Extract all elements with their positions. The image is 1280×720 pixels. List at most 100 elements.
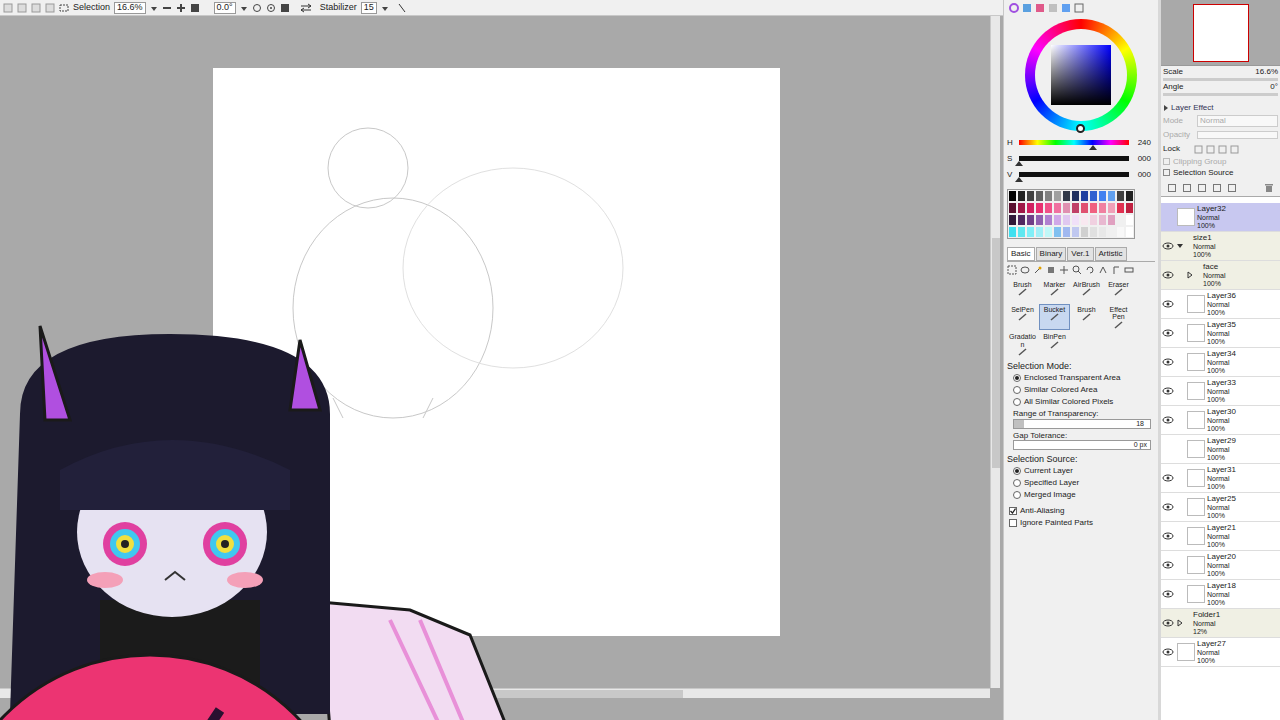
color-swatch[interactable] — [1053, 190, 1062, 202]
angle-field[interactable]: 0.0° — [214, 2, 236, 14]
color-swatch[interactable] — [1053, 226, 1062, 238]
tool-button[interactable]: Effect Pen — [1103, 304, 1134, 330]
layer-folder-row[interactable]: faceNormal100% — [1161, 261, 1280, 290]
color-swatch[interactable] — [1062, 214, 1071, 226]
radio-option[interactable]: Current Layer — [1007, 465, 1155, 477]
color-swatch[interactable] — [1035, 226, 1044, 238]
tool-button[interactable]: Brush — [1071, 304, 1102, 330]
toolbar-square-icon[interactable] — [3, 3, 13, 13]
tool-button[interactable]: BinPen — [1039, 331, 1070, 357]
new-folder-icon[interactable] — [1182, 183, 1192, 193]
visibility-toggle[interactable] — [1161, 472, 1175, 484]
color-swatch[interactable] — [1125, 226, 1134, 238]
hue-marker[interactable] — [1076, 124, 1085, 133]
color-swatch[interactable] — [1089, 190, 1098, 202]
color-swatch[interactable] — [1080, 214, 1089, 226]
radio-option[interactable]: All Similar Colored Pixels — [1007, 396, 1155, 408]
slider-thumb[interactable] — [1015, 161, 1023, 166]
zoom-field[interactable]: 16.6% — [114, 2, 146, 14]
lasso-icon[interactable] — [1020, 265, 1030, 275]
color-swatch[interactable] — [1125, 214, 1134, 226]
layer-row[interactable]: Layer32Normal100% — [1161, 203, 1280, 232]
mixer-icon[interactable] — [1048, 3, 1058, 13]
radio-button[interactable] — [1013, 467, 1021, 475]
color-swatch[interactable] — [1116, 202, 1125, 214]
navigator[interactable] — [1161, 0, 1280, 66]
rotate-icon[interactable] — [1085, 265, 1095, 275]
layer-effect-header[interactable]: Layer Effect — [1161, 102, 1280, 114]
visibility-toggle[interactable] — [1161, 530, 1175, 542]
color-swatch[interactable] — [1008, 226, 1017, 238]
visibility-toggle[interactable] — [1161, 356, 1175, 368]
tool-button[interactable]: Brush — [1007, 279, 1038, 303]
color-swatch[interactable] — [1035, 202, 1044, 214]
color-swatch[interactable] — [1116, 190, 1125, 202]
color-swatch[interactable] — [1026, 214, 1035, 226]
folder-toggle[interactable] — [1175, 619, 1185, 627]
slider-track[interactable] — [1019, 140, 1129, 145]
color-swatch[interactable] — [1035, 190, 1044, 202]
radio-button[interactable] — [1013, 398, 1021, 406]
zoom-out-icon[interactable] — [162, 3, 172, 13]
hand-icon[interactable] — [1098, 265, 1108, 275]
flip-icon[interactable] — [300, 3, 312, 13]
slider-track[interactable] — [1019, 156, 1129, 161]
color-swatch[interactable] — [1107, 214, 1116, 226]
color-swatch[interactable] — [1062, 202, 1071, 214]
color-swatch[interactable] — [1035, 214, 1044, 226]
folder-toggle[interactable] — [1175, 242, 1185, 250]
color-swatch[interactable] — [1017, 214, 1026, 226]
color-swatch[interactable] — [1107, 202, 1116, 214]
layer-row[interactable]: Layer18Normal100% — [1161, 580, 1280, 609]
checkbox[interactable] — [1163, 169, 1170, 176]
color-swatch[interactable] — [1044, 226, 1053, 238]
tool-button[interactable]: SelPen — [1007, 304, 1038, 330]
color-swatch[interactable] — [1026, 226, 1035, 238]
merge-icon[interactable] — [1212, 183, 1222, 193]
color-swatch[interactable] — [1008, 202, 1017, 214]
layer-folder-row[interactable]: size1Normal100% — [1161, 232, 1280, 261]
color-swatch[interactable] — [1026, 202, 1035, 214]
layer-row[interactable]: Layer36Normal100% — [1161, 290, 1280, 319]
radio-option[interactable]: Merged Image — [1007, 489, 1155, 501]
color-swatch[interactable] — [1107, 226, 1116, 238]
color-swatch[interactable] — [1116, 226, 1125, 238]
zoom-reset-icon[interactable] — [190, 3, 200, 13]
visibility-toggle[interactable] — [1161, 240, 1175, 252]
radio-button[interactable] — [1013, 479, 1021, 487]
copy-layer-icon[interactable] — [1197, 183, 1207, 193]
color-swatch[interactable] — [1026, 190, 1035, 202]
radio-button[interactable] — [1013, 374, 1021, 382]
tool-button[interactable]: Bucket — [1039, 304, 1070, 330]
color-swatch[interactable] — [1008, 214, 1017, 226]
radio-button[interactable] — [1013, 491, 1021, 499]
color-swatch[interactable] — [1044, 214, 1053, 226]
scroll-thumb[interactable] — [992, 238, 1000, 468]
lock-option-icon[interactable] — [1206, 145, 1215, 154]
rotate-right-icon[interactable] — [266, 3, 276, 13]
color-swatch[interactable] — [1017, 226, 1026, 238]
color-swatch[interactable] — [1116, 214, 1125, 226]
slider-thumb[interactable] — [1089, 145, 1097, 150]
slider-thumb[interactable] — [1015, 177, 1023, 182]
rotate-reset-icon[interactable] — [280, 3, 290, 13]
selection-tool-icon[interactable] — [1007, 265, 1017, 275]
layer-row[interactable]: Layer25Normal100% — [1161, 493, 1280, 522]
lock-option-icon[interactable] — [1194, 145, 1203, 154]
color-swatch[interactable] — [1089, 226, 1098, 238]
color-wheel-icon[interactable] — [1009, 3, 1019, 13]
color-swatch[interactable] — [1053, 202, 1062, 214]
visibility-toggle[interactable] — [1161, 211, 1175, 223]
expand-icon[interactable] — [1163, 104, 1169, 112]
lock-option-icon[interactable] — [1218, 145, 1227, 154]
layer-row[interactable]: Layer20Normal100% — [1161, 551, 1280, 580]
rgb-slider-icon[interactable] — [1022, 3, 1032, 13]
tool-button[interactable]: Eraser — [1103, 279, 1134, 303]
visibility-toggle[interactable] — [1161, 385, 1175, 397]
move-icon[interactable] — [1059, 265, 1069, 275]
color-swatch[interactable] — [1008, 190, 1017, 202]
rotate-left-icon[interactable] — [252, 3, 262, 13]
dropdown-icon[interactable] — [240, 3, 248, 13]
radio-option[interactable]: Similar Colored Area — [1007, 384, 1155, 396]
layer-row[interactable]: Layer30Normal100% — [1161, 406, 1280, 435]
